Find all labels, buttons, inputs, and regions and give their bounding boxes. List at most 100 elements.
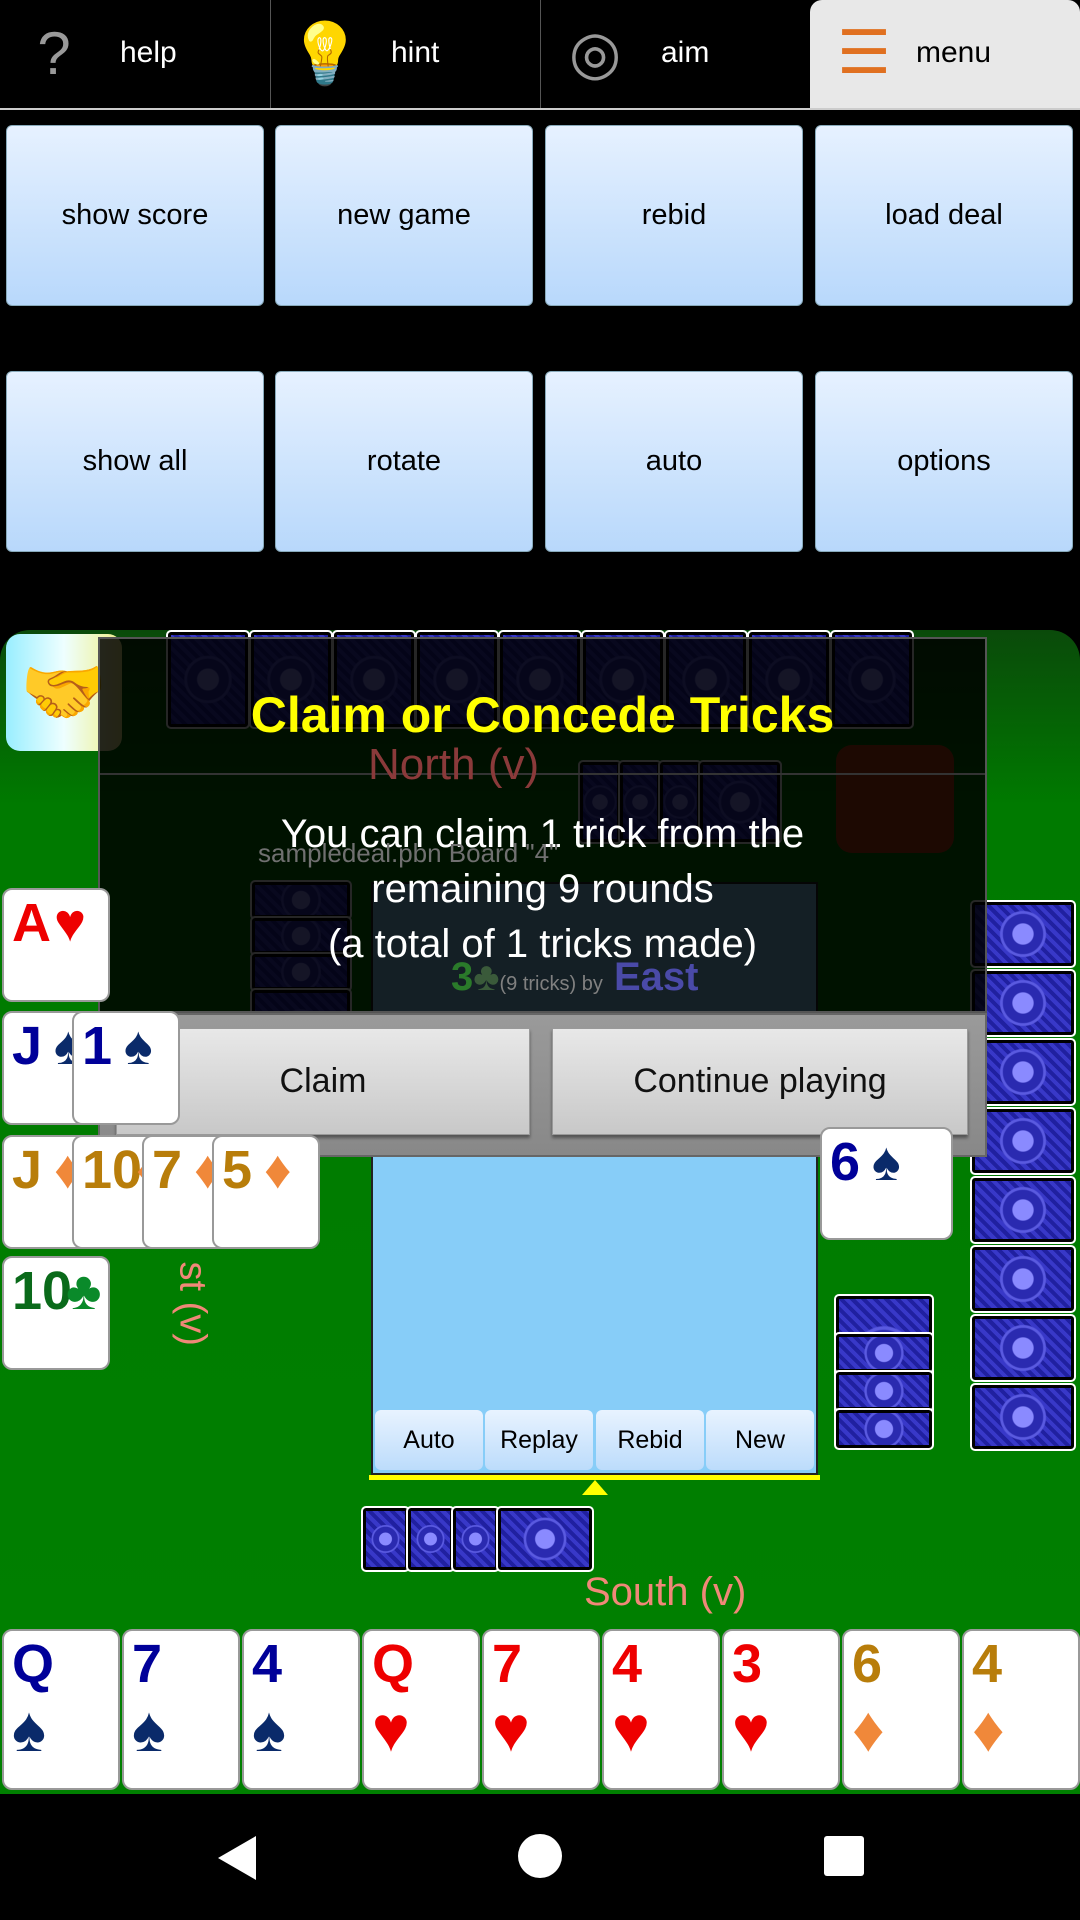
card-back bbox=[451, 1506, 500, 1572]
card-back bbox=[970, 1038, 1076, 1106]
claim-dialog: Claim or Concede Tricks You can claim 1 … bbox=[98, 637, 987, 1157]
card-rank: J bbox=[12, 1016, 43, 1076]
playing-card[interactable]: 4 ♠ bbox=[242, 1629, 360, 1790]
contract: 3♣(9 tricks) by East bbox=[451, 955, 698, 1000]
hint-tab[interactable]: 💡 hint bbox=[270, 0, 540, 108]
continue-playing-button[interactable]: Continue playing bbox=[552, 1028, 968, 1135]
north-label: North (v) bbox=[368, 740, 540, 789]
dialog-divider bbox=[100, 773, 985, 775]
card-back bbox=[834, 1408, 934, 1450]
aim-tab[interactable]: ◎ aim bbox=[540, 0, 810, 108]
card-back bbox=[361, 1506, 410, 1572]
playing-card[interactable]: 10 ♣ bbox=[2, 1256, 110, 1370]
card-rank: 1 bbox=[82, 1016, 113, 1076]
contract-level: 3 bbox=[451, 955, 474, 999]
playing-card[interactable]: 6 ♦ bbox=[842, 1629, 960, 1790]
panel-new-button[interactable]: New bbox=[706, 1410, 814, 1470]
dialog-message: You can claim 1 trick from the remaining… bbox=[100, 807, 985, 972]
playing-card[interactable]: 6 ♠ bbox=[820, 1127, 953, 1240]
card-rank: 10 bbox=[12, 1261, 73, 1321]
card-rank: 6 bbox=[852, 1634, 883, 1694]
suit-icon: ♥ bbox=[372, 1693, 410, 1765]
target-dart-icon: ◎ bbox=[568, 19, 622, 86]
card-back bbox=[834, 1370, 934, 1412]
suit-icon: ♥ bbox=[732, 1693, 770, 1765]
deal-name: sampledeal.pbn Board "4" bbox=[258, 838, 559, 868]
card-rank: 6 bbox=[830, 1132, 861, 1192]
turn-indicator-icon bbox=[582, 1480, 608, 1495]
show-score-button[interactable]: show score bbox=[6, 125, 264, 306]
card-rank: Q bbox=[372, 1634, 415, 1694]
suit-icon: ♠ bbox=[872, 1132, 901, 1192]
panel-replay-button[interactable]: Replay bbox=[485, 1410, 593, 1470]
south-label: South (v) bbox=[584, 1570, 747, 1614]
playing-card[interactable]: A ♥ bbox=[2, 888, 110, 1002]
card-back bbox=[970, 969, 1076, 1037]
panel-rebid-button[interactable]: Rebid bbox=[596, 1410, 704, 1470]
card-back bbox=[834, 1332, 934, 1374]
card-rank: 7 bbox=[152, 1140, 183, 1200]
card-rank: J bbox=[12, 1140, 43, 1200]
show-all-button[interactable]: show all bbox=[6, 371, 264, 552]
message-line: remaining 9 rounds bbox=[371, 867, 714, 911]
panel-auto-button[interactable]: Auto bbox=[375, 1410, 483, 1470]
card-back bbox=[970, 1383, 1076, 1451]
lightbulb-icon: 💡 bbox=[287, 19, 363, 87]
rotate-button[interactable]: rotate bbox=[275, 371, 533, 552]
rebid-button[interactable]: rebid bbox=[545, 125, 803, 306]
suit-icon: ♠ bbox=[132, 1693, 166, 1765]
card-rank: 4 bbox=[972, 1634, 1003, 1694]
club-icon: ♣ bbox=[473, 955, 500, 999]
options-button[interactable]: options bbox=[815, 371, 1073, 552]
playing-card[interactable]: 5 ♦ bbox=[212, 1135, 320, 1249]
suit-icon: ♠ bbox=[12, 1693, 46, 1765]
home-icon[interactable] bbox=[518, 1834, 562, 1878]
suit-icon: ♦ bbox=[264, 1140, 292, 1200]
menu-label: menu bbox=[916, 36, 992, 69]
android-nav-bar bbox=[0, 1794, 1080, 1920]
back-icon[interactable] bbox=[218, 1836, 256, 1880]
card-back bbox=[970, 900, 1076, 968]
playing-card[interactable]: 3 ♥ bbox=[722, 1629, 840, 1790]
menu-tab[interactable]: ☰ menu bbox=[810, 0, 1080, 108]
hint-label: hint bbox=[391, 36, 440, 69]
playing-card[interactable]: 7 ♥ bbox=[482, 1629, 600, 1790]
recents-icon[interactable] bbox=[824, 1836, 864, 1876]
help-label: help bbox=[120, 36, 177, 69]
declarer: East bbox=[613, 955, 699, 999]
playing-card[interactable]: 7 ♠ bbox=[122, 1629, 240, 1790]
suit-icon: ♥ bbox=[612, 1693, 650, 1765]
playing-card[interactable]: 1 ♠ bbox=[72, 1011, 180, 1125]
playing-card[interactable]: Q ♥ bbox=[362, 1629, 480, 1790]
card-rank: A bbox=[12, 893, 51, 953]
load-deal-button[interactable]: load deal bbox=[815, 125, 1073, 306]
card-rank: 10 bbox=[82, 1140, 143, 1200]
top-toolbar: ? help 💡 hint ◎ aim ☰ menu bbox=[0, 0, 1080, 110]
help-bubble-icon: ? bbox=[37, 19, 71, 87]
playing-card[interactable]: 4 ♥ bbox=[602, 1629, 720, 1790]
card-rank: 3 bbox=[732, 1634, 763, 1694]
suit-icon: ♥ bbox=[54, 893, 87, 953]
dialog-title: Claim or Concede Tricks bbox=[250, 687, 835, 743]
card-rank: Q bbox=[12, 1634, 55, 1694]
contract-tricks: (9 tricks) by bbox=[499, 973, 603, 995]
card-rank: 7 bbox=[132, 1634, 163, 1694]
playing-card[interactable]: Q ♠ bbox=[2, 1629, 120, 1790]
card-back bbox=[970, 1245, 1076, 1313]
card-rank: 4 bbox=[252, 1634, 283, 1694]
playing-card[interactable]: 4 ♦ bbox=[962, 1629, 1080, 1790]
card-back bbox=[406, 1506, 455, 1572]
card-back bbox=[496, 1506, 594, 1572]
suit-icon: ♦ bbox=[852, 1693, 885, 1765]
card-rank: 7 bbox=[492, 1634, 523, 1694]
suit-icon: ♠ bbox=[124, 1016, 153, 1076]
auto-button[interactable]: auto bbox=[545, 371, 803, 552]
card-back bbox=[970, 1314, 1076, 1382]
suit-icon: ♥ bbox=[492, 1693, 530, 1765]
help-tab[interactable]: ? help bbox=[0, 0, 270, 108]
suit-icon: ♠ bbox=[252, 1693, 286, 1765]
menu-wrench-icon: ☰ bbox=[837, 19, 891, 86]
card-back bbox=[970, 1176, 1076, 1244]
new-game-button[interactable]: new game bbox=[275, 125, 533, 306]
card-rank: 5 bbox=[222, 1140, 253, 1200]
